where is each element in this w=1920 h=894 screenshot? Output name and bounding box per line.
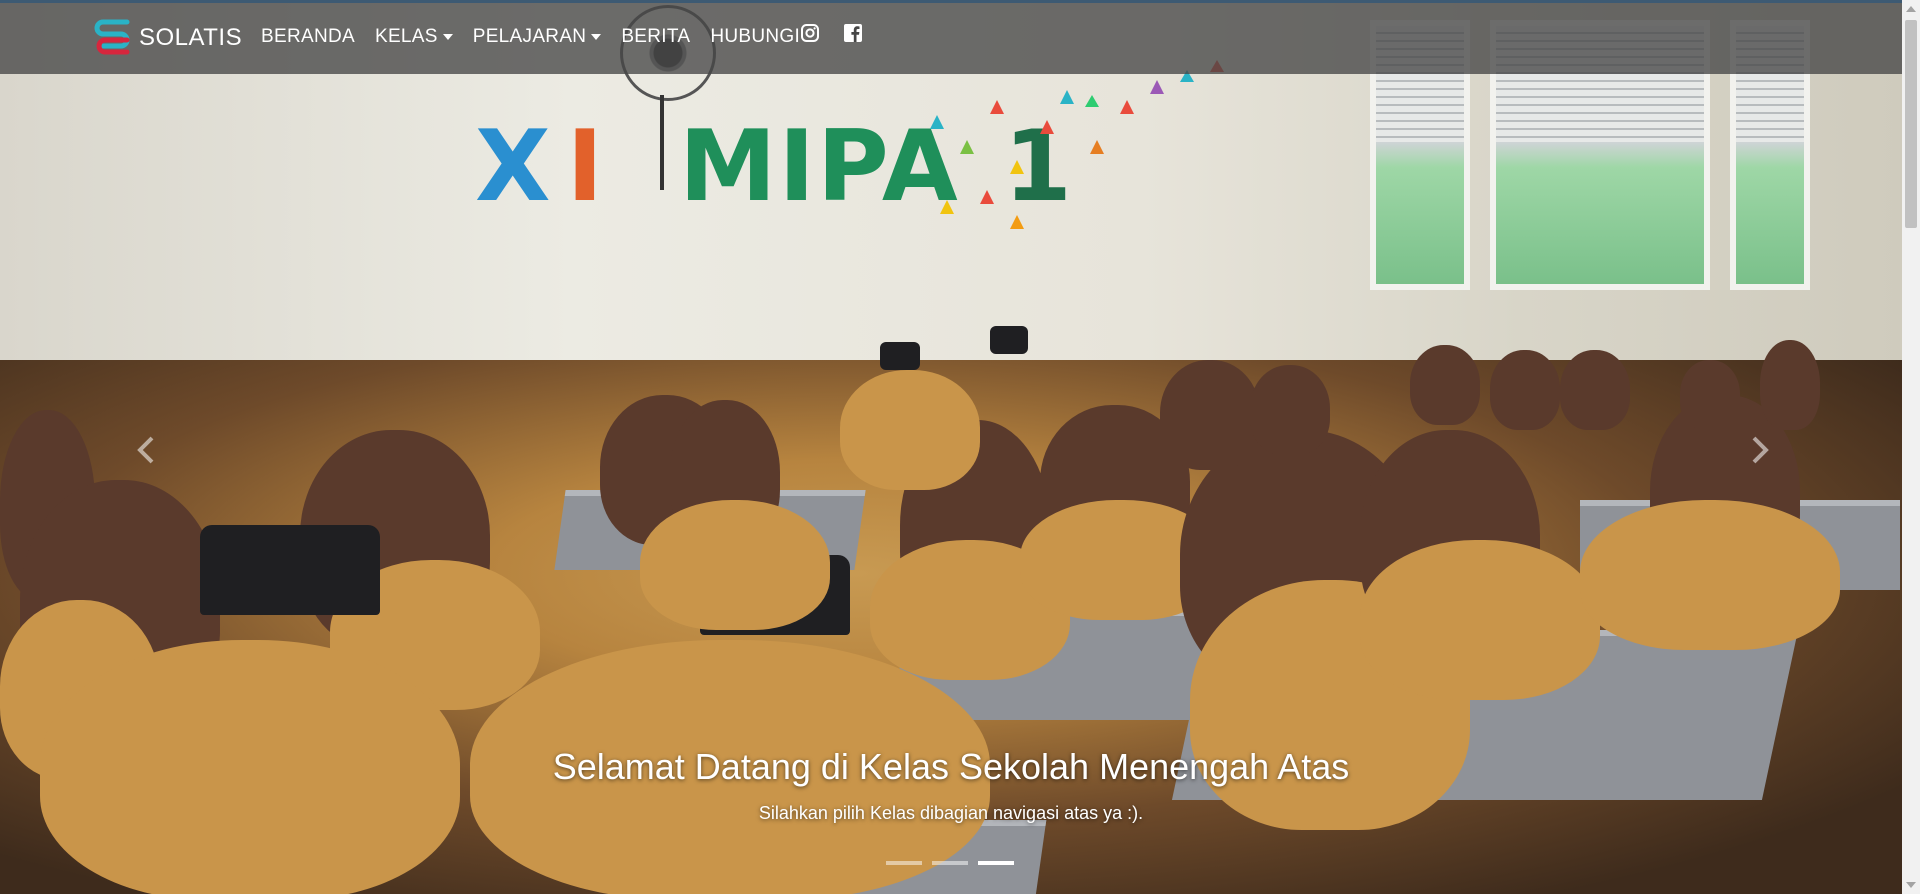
student (640, 500, 830, 630)
wall-letters-mipa: MIPA (679, 110, 960, 224)
student-cap (990, 326, 1028, 354)
wall-letter-x: X (475, 110, 553, 224)
wall-letter-i: I (566, 110, 606, 224)
student (1760, 340, 1820, 430)
instagram-icon[interactable] (800, 23, 820, 43)
nav-menu: BERANDA KELAS PELAJARAN BERITA HUBUNGI (261, 26, 800, 48)
student (1490, 350, 1560, 430)
carousel-indicator-1[interactable] (886, 861, 922, 865)
caret-down-icon (591, 34, 602, 40)
nav-pelajaran-dropdown[interactable]: PELAJARAN (473, 26, 602, 48)
solatis-logo-icon (93, 18, 133, 58)
hero-title: Selamat Datang di Kelas Sekolah Menengah… (552, 746, 1350, 787)
caret-down-icon (442, 34, 453, 40)
facebook-icon[interactable] (843, 23, 863, 43)
student (1360, 540, 1600, 700)
nav-berita[interactable]: BERITA (621, 26, 690, 48)
nav-kelas-dropdown[interactable]: KELAS (375, 26, 453, 48)
student (1580, 500, 1840, 650)
carousel-next-button[interactable] (1738, 430, 1778, 470)
student (1250, 365, 1330, 455)
scrollbar-thumb[interactable] (1905, 20, 1917, 228)
student (1680, 360, 1740, 430)
navbar: SOLATIS BERANDA KELAS PELAJARAN BERITA H… (0, 0, 1902, 74)
student-cap (200, 525, 380, 615)
nav-beranda-label: BERANDA (261, 26, 355, 47)
carousel-prev-button[interactable] (128, 430, 168, 470)
carousel-indicators (886, 861, 1014, 865)
page-scrollbar[interactable] (1902, 0, 1920, 894)
nav-kelas-label: KELAS (374, 26, 438, 47)
carousel-indicator-2[interactable] (932, 861, 968, 865)
nav-pelajaran-label: PELAJARAN (472, 26, 587, 47)
scroll-up-arrow-icon[interactable] (1906, 6, 1916, 12)
scroll-down-arrow-icon[interactable] (1906, 882, 1916, 888)
student (840, 370, 980, 490)
nav-hubungi-label: HUBUNGI (710, 26, 801, 47)
nav-berita-label: BERITA (621, 26, 691, 47)
wall-class-letters: X I MIPA 1 (475, 110, 1074, 224)
student (1410, 345, 1480, 425)
nav-hubungi[interactable]: HUBUNGI (710, 26, 800, 48)
brand-name: SOLATIS (139, 24, 243, 51)
student-cap (880, 342, 920, 370)
brand-link[interactable]: SOLATIS (93, 18, 242, 58)
carousel-indicator-3[interactable] (978, 861, 1014, 865)
student (1160, 360, 1260, 470)
nav-beranda[interactable]: BERANDA (261, 26, 355, 48)
student (1560, 350, 1630, 430)
top-accent-line (0, 0, 1902, 3)
hero-subtitle: Silahkan pilih Kelas dibagian navigasi a… (758, 803, 1144, 823)
